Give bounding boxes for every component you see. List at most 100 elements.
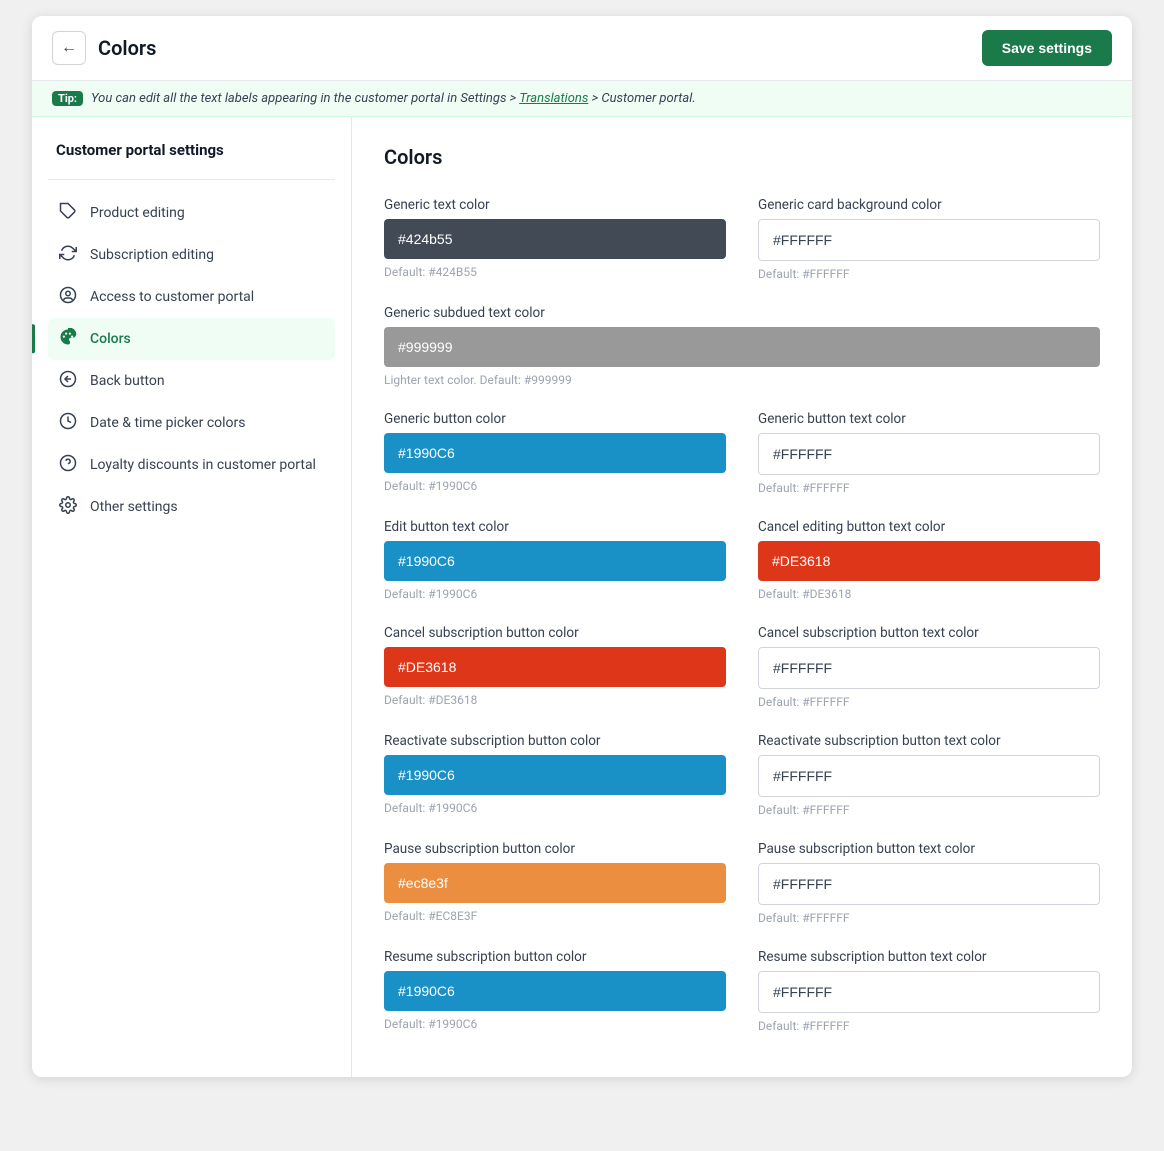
header: ← Colors Save settings [32,16,1132,81]
sidebar-item-product-editing[interactable]: Product editing [48,192,335,234]
color-field-cancel-editing-button-text-color: Cancel editing button text color #DE3618 D… [758,519,1100,601]
color-field-generic-button-text-color: Generic button text color #FFFFFF Default:… [758,411,1100,495]
color-default-pause-subscription-button-color: Default: #EC8E3F [384,909,726,923]
sidebar-title: Customer portal settings [48,141,335,179]
colors-grid: Generic text color #424b55 Default: #424B5… [384,197,1100,1033]
color-default-generic-button-text-color: Default: #FFFFFF [758,481,1100,495]
sidebar-item-subscription-editing[interactable]: Subscription editing [48,234,335,276]
color-default-generic-card-bg-color: Default: #FFFFFF [758,267,1100,281]
color-field-reactivate-subscription-button-color: Reactivate subscription button color #199… [384,733,726,817]
palette-icon [58,328,78,350]
clock-circle-icon [58,412,78,434]
color-default-generic-text-color: Default: #424B55 [384,265,726,279]
tag-icon [58,202,78,224]
tag-circle-icon [58,454,78,476]
sidebar-label-other-settings: Other settings [90,499,178,515]
sidebar-item-back-button[interactable]: Back button [48,360,335,402]
color-swatch-resume-subscription-button-color[interactable]: #1990C6 [384,971,726,1011]
color-swatch-edit-button-text-color[interactable]: #1990C6 [384,541,726,581]
color-label-edit-button-text-color: Edit button text color [384,519,726,535]
color-default-resume-subscription-button-text-color: Default: #FFFFFF [758,1019,1100,1033]
color-label-cancel-subscription-button-color: Cancel subscription button color [384,625,726,641]
color-default-generic-button-color: Default: #1990C6 [384,479,726,493]
color-label-pause-subscription-button-color: Pause subscription button color [384,841,726,857]
header-left: ← Colors [52,31,156,65]
sidebar-label-colors: Colors [90,331,131,347]
color-field-generic-button-color: Generic button color #1990C6 Default: #199… [384,411,726,495]
color-label-resume-subscription-button-color: Resume subscription button color [384,949,726,965]
sidebar-label-date-time-picker: Date & time picker colors [90,415,245,431]
color-label-cancel-editing-button-text-color: Cancel editing button text color [758,519,1100,535]
sidebar-label-product-editing: Product editing [90,205,185,221]
color-field-resume-subscription-button-text-color: Resume subscription button text color #FF… [758,949,1100,1033]
color-field-pause-subscription-button-color: Pause subscription button color #ec8e3f De… [384,841,726,925]
color-swatch-reactivate-subscription-button-color[interactable]: #1990C6 [384,755,726,795]
color-label-generic-subdued-text-color: Generic subdued text color [384,305,1100,321]
color-default-cancel-subscription-button-text-color: Default: #FFFFFF [758,695,1100,709]
color-label-generic-button-color: Generic button color [384,411,726,427]
color-swatch-generic-subdued-text-color[interactable]: #999999 [384,327,1100,367]
color-label-resume-subscription-button-text-color: Resume subscription button text color [758,949,1100,965]
color-default-resume-subscription-button-color: Default: #1990C6 [384,1017,726,1031]
sidebar-label-access-customer-portal: Access to customer portal [90,289,254,305]
page-title: Colors [98,36,156,60]
color-swatch-generic-card-bg-color[interactable]: #FFFFFF [758,219,1100,261]
arrow-circle-icon [58,370,78,392]
color-field-generic-text-color: Generic text color #424b55 Default: #424B5… [384,197,726,281]
color-default-reactivate-subscription-button-color: Default: #1990C6 [384,801,726,815]
color-swatch-generic-button-color[interactable]: #1990C6 [384,433,726,473]
user-circle-icon [58,286,78,308]
color-swatch-pause-subscription-button-color[interactable]: #ec8e3f [384,863,726,903]
main-layout: Customer portal settings Product editing [32,117,1132,1077]
color-swatch-cancel-subscription-button-text-color[interactable]: #FFFFFF [758,647,1100,689]
color-default-cancel-editing-button-text-color: Default: #DE3618 [758,587,1100,601]
sidebar-divider [48,179,335,180]
color-label-generic-card-bg-color: Generic card background color [758,197,1100,213]
sidebar-label-subscription-editing: Subscription editing [90,247,214,263]
color-label-reactivate-subscription-button-text-color: Reactivate subscription button text colo… [758,733,1100,749]
color-label-pause-subscription-button-text-color: Pause subscription button text color [758,841,1100,857]
color-field-cancel-subscription-button-color: Cancel subscription button color #DE3618 D… [384,625,726,709]
sidebar-item-colors[interactable]: Colors [48,318,335,360]
color-label-generic-button-text-color: Generic button text color [758,411,1100,427]
tip-text: You can edit all the text labels appeari… [91,91,696,106]
color-label-cancel-subscription-button-text-color: Cancel subscription button text color [758,625,1100,641]
gear-icon [58,496,78,518]
sidebar-item-access-customer-portal[interactable]: Access to customer portal [48,276,335,318]
color-swatch-cancel-subscription-button-color[interactable]: #DE3618 [384,647,726,687]
color-swatch-generic-text-color[interactable]: #424b55 [384,219,726,259]
color-swatch-generic-button-text-color[interactable]: #FFFFFF [758,433,1100,475]
color-default-generic-subdued-text-color: Lighter text color. Default: #999999 [384,373,1100,387]
sidebar: Customer portal settings Product editing [32,117,352,1077]
sidebar-label-back-button: Back button [90,373,165,389]
translations-link[interactable]: Translations [519,91,588,106]
color-default-reactivate-subscription-button-text-color: Default: #FFFFFF [758,803,1100,817]
sidebar-label-loyalty-discounts: Loyalty discounts in customer portal [90,457,316,473]
color-field-resume-subscription-button-color: Resume subscription button color #1990C6 D… [384,949,726,1033]
color-field-edit-button-text-color: Edit button text color #1990C6 Default: #1… [384,519,726,601]
color-swatch-resume-subscription-button-text-color[interactable]: #FFFFFF [758,971,1100,1013]
color-label-generic-text-color: Generic text color [384,197,726,213]
color-label-reactivate-subscription-button-color: Reactivate subscription button color [384,733,726,749]
color-swatch-reactivate-subscription-button-text-color[interactable]: #FFFFFF [758,755,1100,797]
color-default-pause-subscription-button-text-color: Default: #FFFFFF [758,911,1100,925]
back-button[interactable]: ← [52,31,86,65]
sidebar-item-loyalty-discounts[interactable]: Loyalty discounts in customer portal [48,444,335,486]
page-wrapper: ← Colors Save settings Tip: You can edit… [32,16,1132,1077]
color-field-reactivate-subscription-button-text-color: Reactivate subscription button text colo… [758,733,1100,817]
content-area: Colors Generic text color #424b55 Default:… [352,117,1132,1077]
color-default-edit-button-text-color: Default: #1990C6 [384,587,726,601]
color-field-cancel-subscription-button-text-color: Cancel subscription button text color #FF… [758,625,1100,709]
color-swatch-pause-subscription-button-text-color[interactable]: #FFFFFF [758,863,1100,905]
color-default-cancel-subscription-button-color: Default: #DE3618 [384,693,726,707]
color-field-pause-subscription-button-text-color: Pause subscription button text color #FFF… [758,841,1100,925]
sidebar-item-other-settings[interactable]: Other settings [48,486,335,528]
tip-badge: Tip: [52,91,83,106]
refresh-icon [58,244,78,266]
tip-bar: Tip: You can edit all the text labels ap… [32,81,1132,117]
color-field-generic-card-bg-color: Generic card background color #FFFFFF Defa… [758,197,1100,281]
save-settings-button[interactable]: Save settings [982,30,1112,66]
sidebar-item-date-time-picker[interactable]: Date & time picker colors [48,402,335,444]
content-title: Colors [384,145,1100,169]
color-swatch-cancel-editing-button-text-color[interactable]: #DE3618 [758,541,1100,581]
